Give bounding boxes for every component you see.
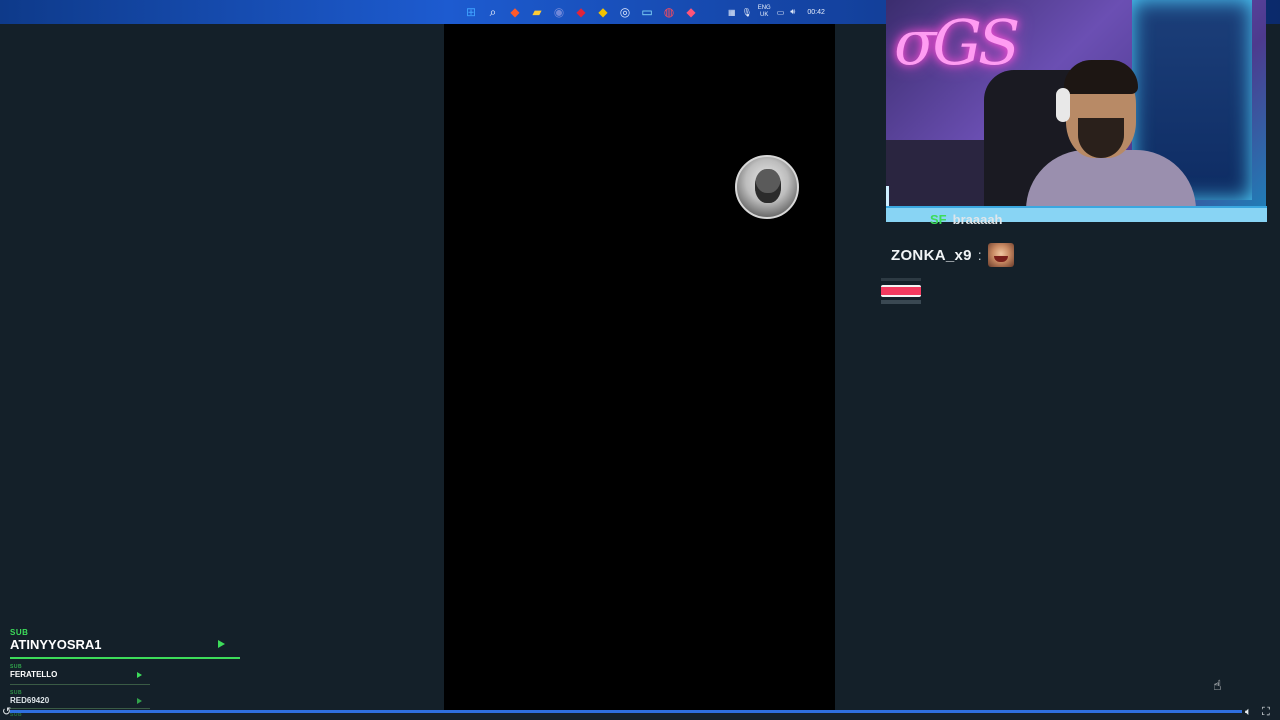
app-pin-icon[interactable]: ◆ — [682, 3, 700, 21]
sub-divider — [10, 708, 150, 709]
sub-tag: SUB — [10, 664, 23, 670]
keyboard-layout: UK — [760, 12, 769, 18]
chat-cut-off-prefix: SF — [930, 212, 947, 227]
alert-progress-bar — [881, 285, 921, 297]
sub-divider — [10, 684, 150, 685]
sub-username: ATINYYOSRA1 — [10, 637, 102, 652]
volume-icon[interactable]: 🔊︎ — [790, 7, 795, 17]
sub-username: FERATELLO — [10, 670, 58, 679]
system-tray: ▦ 🎙︎ ENG UK ▭ 🔊︎ 00:42 — [728, 3, 825, 21]
profile-avatar[interactable] — [735, 155, 799, 219]
chat-message: ZONKA_x9 : — [891, 242, 1014, 268]
microphone-icon[interactable]: 🎙︎ — [742, 8, 752, 17]
taskbar-icons: ⊞ ⌕ ◆ ▰ ◉ ◆ ◆ ◎ ▭ ◍ ◆ — [462, 3, 700, 21]
steam-icon[interactable]: ◎ — [616, 3, 634, 21]
play-marker-icon — [137, 672, 142, 678]
taskbar-clock[interactable]: 00:42 — [807, 9, 825, 16]
latest-sub-event: SUB ATINYYOSRA1 — [10, 628, 102, 652]
alert-bar-top — [881, 278, 921, 281]
app-circle-icon[interactable]: ◍ — [660, 3, 678, 21]
search-icon[interactable]: ⌕ — [484, 3, 502, 21]
avatar-face — [755, 169, 781, 203]
fullscreen-icon[interactable]: ⛶ — [1262, 705, 1270, 719]
replay-icon[interactable]: ↺ — [2, 705, 11, 719]
play-marker-icon — [218, 640, 225, 648]
sub-event-2: SUB FERATELLO — [10, 664, 57, 679]
volume-icon[interactable]: 🔈︎ — [1245, 705, 1252, 719]
windows-start-icon[interactable]: ⊞ — [462, 3, 480, 21]
sub-tag: SUB — [10, 690, 23, 696]
terminal-icon[interactable]: ▭ — [638, 3, 656, 21]
brave-browser-icon[interactable]: ◆ — [506, 3, 524, 21]
app-yellow-icon[interactable]: ◆ — [594, 3, 612, 21]
network-icon[interactable]: ▭ — [777, 8, 785, 17]
sub-tag: SUB — [10, 628, 29, 637]
streamer-webcam: σGS — [886, 0, 1266, 212]
chat-cut-off-name: SF braaaah — [930, 212, 1003, 227]
widgets-icon[interactable]: ▦ — [728, 8, 736, 17]
language-code: ENG — [757, 5, 771, 11]
streamer-hair — [1064, 60, 1138, 94]
sub-divider — [10, 657, 240, 659]
vertical-video-player[interactable] — [444, 24, 835, 710]
play-marker-icon — [137, 698, 142, 704]
chat-emote — [987, 243, 1014, 267]
app-red-icon[interactable]: ◆ — [572, 3, 590, 21]
chat-cut-off-user: braaaah — [952, 212, 1003, 227]
neon-sign: σGS — [894, 6, 1020, 79]
sub-username: RED69420 — [10, 696, 50, 705]
hand-cursor-icon: ☝︎ — [1213, 677, 1222, 693]
language-indicator[interactable]: ENG UK — [758, 5, 771, 19]
sub-event-3: SUB RED69420 — [10, 690, 49, 705]
chat-separator: : — [977, 247, 982, 263]
headset — [1056, 88, 1070, 122]
seek-bar-progress[interactable] — [10, 710, 1242, 713]
left-overlay-panel — [0, 24, 444, 710]
alert-bar-bottom — [881, 300, 921, 304]
discord-icon[interactable]: ◉ — [550, 3, 568, 21]
chat-username: ZONKA_x9 — [891, 246, 972, 264]
file-explorer-icon[interactable]: ▰ — [528, 3, 546, 21]
